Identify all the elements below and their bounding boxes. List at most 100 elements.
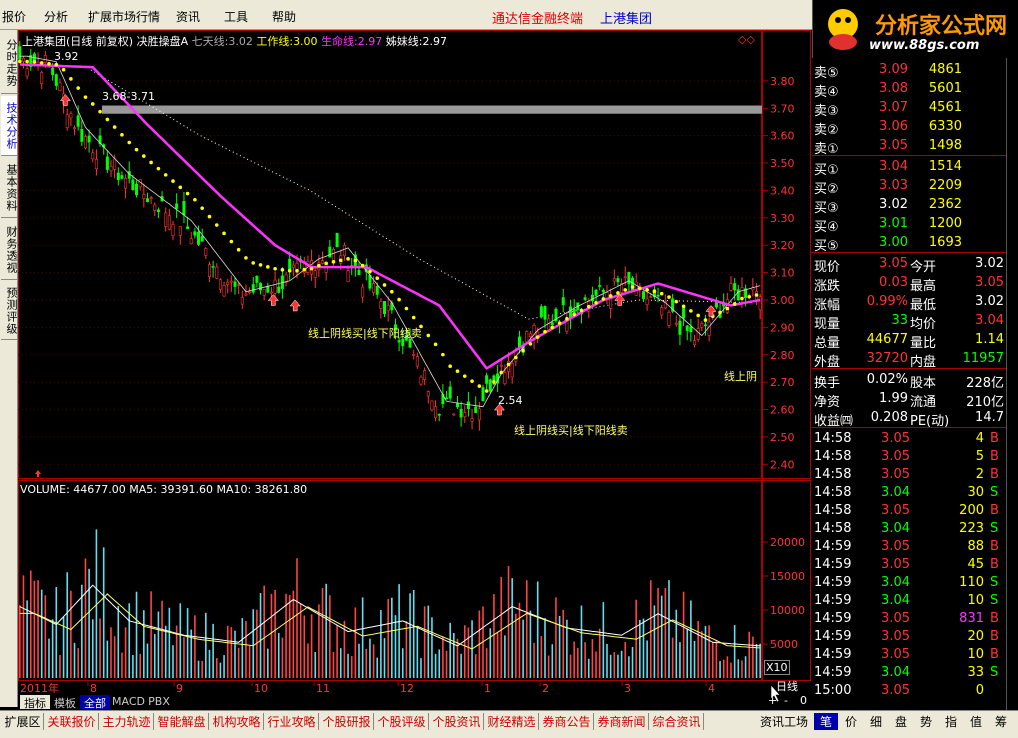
tick-price: 3.04 bbox=[881, 575, 910, 590]
chart-tab-all[interactable]: 全部 bbox=[80, 695, 110, 710]
candle-body bbox=[76, 115, 80, 127]
candle-body bbox=[87, 135, 91, 143]
chart-tab-template[interactable]: 模板 bbox=[52, 695, 78, 710]
chart-options-icon[interactable]: ◇◇ bbox=[738, 33, 755, 46]
work-line-dot bbox=[156, 166, 161, 171]
chart-stock-name: 上港集团(日线 前复权) bbox=[22, 35, 134, 48]
bottom-tab[interactable]: 综合资讯 bbox=[650, 713, 704, 730]
zoom-in-button[interactable]: + bbox=[768, 694, 777, 707]
volume-tick-label: 20000 bbox=[770, 536, 805, 549]
work-line-dot bbox=[76, 86, 80, 90]
work-line-dot bbox=[667, 295, 671, 299]
work-line-dot bbox=[98, 109, 102, 114]
ma7-label: 七天线: bbox=[191, 35, 229, 48]
work-line-dot bbox=[455, 369, 460, 373]
chart-tab-indicator[interactable]: 指标 bbox=[20, 695, 50, 710]
tick-time: 15:00 bbox=[814, 683, 852, 698]
bottom-tab-info-factory[interactable]: 资讯工场 bbox=[758, 713, 810, 730]
date-year-label: 2011年 bbox=[20, 681, 59, 695]
candle-body bbox=[189, 238, 193, 245]
chart-header: 上港集团(日线 前复权) 决胜操盘A 七天线:3.02 工作线:3.00 生命线… bbox=[22, 33, 447, 49]
vtab-basic-info[interactable]: 基本资料 bbox=[1, 158, 18, 218]
quote-panel-tab[interactable]: 笔 bbox=[814, 713, 838, 730]
bottom-tab[interactable]: 机构攻略 bbox=[210, 713, 264, 730]
candle-body bbox=[707, 321, 711, 336]
tick-time: 14:59 bbox=[814, 665, 852, 680]
bottom-tab[interactable]: 智能解盘 bbox=[155, 713, 209, 730]
quote-panel-tab[interactable]: 价 bbox=[839, 713, 863, 730]
tick-side: B bbox=[990, 557, 999, 572]
work-line-dot bbox=[105, 117, 110, 122]
menu-item-extended-market[interactable]: 扩展市场行情 bbox=[88, 8, 160, 25]
root: 报价 分析 扩展市场行情 资讯 工具 帮助 通达信金融终端 上港集团 分析家公式… bbox=[0, 0, 1018, 738]
candle-body bbox=[543, 306, 547, 320]
chart-tab-macd[interactable]: MACD bbox=[112, 695, 145, 709]
vendor-title: 通达信金融终端 bbox=[492, 12, 584, 27]
chart-svg[interactable]: 3.80 3.70 3.60 3.50 3.40 3.30 3.20 3.10 3.00 2.90… bbox=[18, 30, 812, 707]
bid-volume: 1514 bbox=[928, 159, 962, 174]
bottom-tab[interactable]: 财经精选 bbox=[485, 713, 539, 730]
tick-volume: 2 bbox=[975, 467, 984, 482]
work-line-dot bbox=[645, 288, 649, 292]
tick-row: 14:59 3.05 45 B bbox=[812, 555, 1006, 574]
period-indicator[interactable]: 日线 bbox=[776, 678, 798, 694]
tick-row: 14:58 3.04 30 S bbox=[812, 483, 1006, 502]
bottom-tab[interactable]: 关联报价 bbox=[45, 713, 99, 730]
volume-header: VOLUME: 44677.00 MA5: 39391.60 MA10: 382… bbox=[20, 483, 308, 496]
candle-body bbox=[689, 326, 693, 332]
candle-body bbox=[419, 376, 423, 385]
price-tick-label: 2.50 bbox=[770, 431, 795, 444]
quote-panel-tab[interactable]: 势 bbox=[914, 713, 938, 730]
chart-tab-pbx[interactable]: PBX bbox=[146, 695, 172, 709]
candle-body bbox=[197, 231, 201, 245]
signal-text-1: 线上阴线买|线下阳线卖 bbox=[308, 327, 422, 340]
date-month-label: 3 bbox=[624, 682, 631, 695]
vtab-technical[interactable]: 技术分析 bbox=[1, 96, 18, 156]
bottom-tab[interactable]: 扩展区 bbox=[2, 713, 44, 730]
candle-body bbox=[445, 397, 449, 400]
candle-body bbox=[583, 297, 587, 300]
menu-item-news[interactable]: 资讯 bbox=[176, 8, 200, 25]
bottom-tab[interactable]: 个股资讯 bbox=[430, 713, 484, 730]
tick-price: 3.05 bbox=[881, 449, 910, 464]
price-tick-label: 3.00 bbox=[770, 294, 795, 307]
vtab-financial[interactable]: 财务透视 bbox=[1, 220, 18, 280]
tick-volume: 20 bbox=[967, 629, 984, 644]
work-line-dot bbox=[69, 77, 73, 81]
bottom-tab[interactable]: 个股评级 bbox=[375, 713, 429, 730]
vtab-intraday[interactable]: 分时走势 bbox=[1, 32, 18, 94]
quote-panel-tab[interactable]: 细 bbox=[864, 713, 888, 730]
candle-body bbox=[700, 323, 704, 328]
ask-row: 卖③ 3.07 4561 bbox=[812, 98, 1006, 119]
tick-price: 3.05 bbox=[881, 611, 910, 626]
candle-body bbox=[448, 386, 452, 399]
bottom-tab[interactable]: 券商新闻 bbox=[595, 713, 649, 730]
tick-row: 14:58 3.05 200 B bbox=[812, 501, 1006, 520]
bottom-tab[interactable]: 行业攻略 bbox=[265, 713, 319, 730]
bottom-tab[interactable]: 券商公告 bbox=[540, 713, 594, 730]
bottom-tab[interactable]: 个股研报 bbox=[320, 713, 374, 730]
quote-panel-tab[interactable]: 值 bbox=[964, 713, 988, 730]
ask-price: 3.08 bbox=[879, 81, 908, 96]
menu-item-help[interactable]: 帮助 bbox=[272, 8, 296, 25]
zoom-out-button[interactable]: - bbox=[784, 694, 788, 707]
bottom-tab[interactable]: 主力轨迹 bbox=[100, 713, 154, 730]
quote-panel-tab[interactable]: 盘 bbox=[889, 713, 913, 730]
menu-item-analysis[interactable]: 分析 bbox=[44, 8, 68, 25]
menu-item-tools[interactable]: 工具 bbox=[224, 8, 248, 25]
menu-item-quote[interactable]: 报价 bbox=[2, 8, 26, 25]
bid-row: 买⑤ 3.00 1693 bbox=[812, 233, 1006, 254]
date-month-label: 9 bbox=[176, 682, 183, 695]
quote-panel-tab[interactable]: 筹 bbox=[989, 713, 1013, 730]
tick-time: 14:58 bbox=[814, 449, 852, 464]
candle-body bbox=[273, 279, 277, 294]
quote-divider bbox=[812, 368, 1006, 369]
candle-body bbox=[18, 46, 22, 60]
annotation-high: 3.92 bbox=[54, 50, 79, 63]
vtab-forecast[interactable]: 预测评级 bbox=[1, 282, 18, 340]
candle-body bbox=[51, 67, 55, 75]
work-line-dot bbox=[171, 179, 175, 183]
candle-body bbox=[612, 278, 616, 282]
quote-panel-tab[interactable]: 指 bbox=[939, 713, 963, 730]
tick-side: S bbox=[990, 575, 999, 590]
